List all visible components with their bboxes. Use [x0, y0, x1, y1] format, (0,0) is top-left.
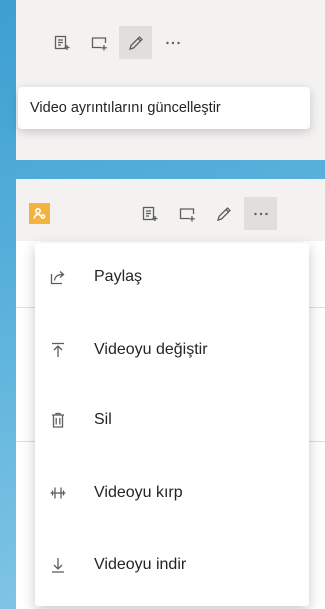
menu-item-replace-video[interactable]: Videoyu değiştir: [35, 328, 309, 372]
more-options-menu: Paylaş Videoyu değiştir Sil Videoyu kırp…: [35, 243, 309, 606]
share-icon: [47, 266, 69, 288]
people-badge[interactable]: [29, 203, 50, 224]
add-frame-button[interactable]: [170, 197, 203, 230]
edit-notes-icon: [142, 206, 157, 221]
menu-item-label: Sil: [94, 411, 112, 428]
upload-icon: [47, 339, 69, 361]
pencil-icon: [128, 35, 143, 50]
bottom-toolbar: [133, 197, 281, 230]
add-frame-button[interactable]: [82, 26, 115, 59]
add-frame-icon: [179, 207, 195, 221]
menu-item-label: Videoyu değiştir: [94, 341, 208, 358]
menu-item-download-video[interactable]: Videoyu indir: [35, 543, 309, 587]
more-options-icon: [165, 41, 180, 44]
tooltip-text: Video ayrıntılarını güncelleştir: [30, 100, 221, 116]
menu-item-share[interactable]: Paylaş: [35, 255, 309, 299]
edit-notes-button[interactable]: [133, 197, 166, 230]
more-options-button[interactable]: [244, 197, 277, 230]
trash-icon: [47, 409, 69, 431]
trim-icon: [47, 482, 69, 504]
pencil-icon: [216, 206, 231, 221]
top-panel: [16, 0, 325, 160]
edit-notes-icon: [54, 35, 69, 50]
menu-item-label: Videoyu indir: [94, 556, 187, 573]
tooltip: Video ayrıntılarını güncelleştir: [18, 87, 310, 129]
download-icon: [47, 554, 69, 576]
more-options-button[interactable]: [156, 26, 189, 59]
menu-item-label: Videoyu kırp: [94, 484, 183, 501]
menu-item-delete[interactable]: Sil: [35, 398, 309, 442]
people-icon: [33, 208, 46, 219]
menu-item-trim-video[interactable]: Videoyu kırp: [35, 471, 309, 515]
more-options-icon: [253, 212, 268, 215]
top-toolbar: [45, 26, 193, 59]
menu-item-label: Paylaş: [94, 268, 143, 285]
pencil-button[interactable]: [119, 26, 152, 59]
add-frame-icon: [91, 36, 107, 50]
edit-notes-button[interactable]: [45, 26, 78, 59]
pencil-button[interactable]: [207, 197, 240, 230]
